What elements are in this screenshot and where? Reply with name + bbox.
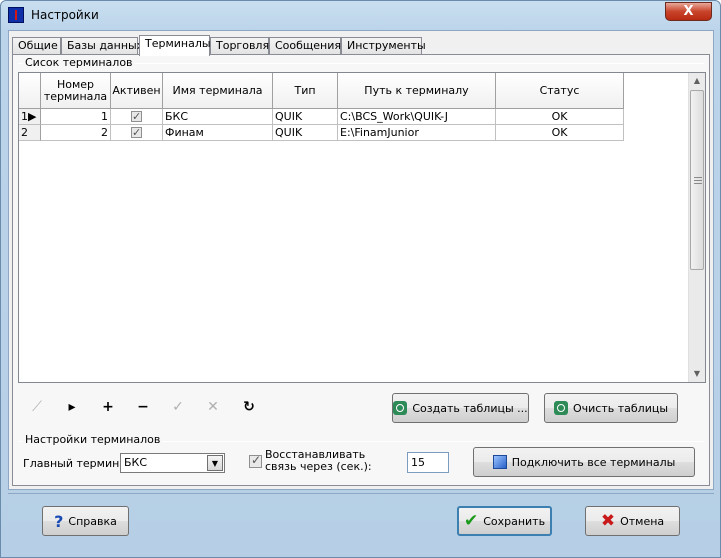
settings-window: Настройки X Общие Базы данных Терминалы … [0, 0, 721, 558]
tab-general[interactable]: Общие [12, 37, 61, 55]
app-icon [8, 7, 24, 23]
create-tables-label: Создать таблицы ... [412, 401, 528, 415]
column-header-name[interactable]: Имя терминала [163, 73, 273, 109]
clear-tables-button[interactable]: Очисть таблицы [544, 393, 678, 423]
cancel-label: Отмена [620, 514, 665, 528]
scroll-thumb[interactable] [690, 90, 704, 270]
active-checkbox[interactable] [131, 125, 142, 140]
terminals-panel: Сисок терминалов Номер терминала Активен… [12, 54, 710, 486]
cell-name[interactable]: Финам [163, 125, 273, 141]
grid-header-indicator [19, 73, 41, 109]
check-icon: ✔ [463, 511, 479, 531]
nav-post-button[interactable]: ✓ [166, 397, 190, 417]
save-label: Сохранить [483, 514, 546, 528]
tab-databases[interactable]: Базы данных [61, 37, 143, 55]
connect-all-label: Подключить все терминалы [511, 455, 676, 469]
scroll-up-arrow[interactable]: ▲ [689, 73, 705, 89]
nav-insert-button[interactable]: + [96, 397, 120, 417]
thumb-grip [694, 183, 702, 184]
grid-vertical-scrollbar[interactable]: ▲ ▼ [688, 73, 705, 382]
clear-tables-label: Очисть таблицы [572, 401, 669, 415]
settings-group-title: Настройки терминалов [23, 433, 163, 446]
cell-path[interactable]: C:\BCS_Work\QUIK-J [338, 109, 496, 125]
column-header-status[interactable]: Статус [496, 73, 624, 109]
column-header-active[interactable]: Активен [111, 73, 163, 109]
cell-status[interactable]: OK [496, 125, 624, 141]
cell-status[interactable]: OK [496, 109, 624, 125]
scroll-down-arrow[interactable]: ▼ [689, 366, 705, 382]
row-indicator[interactable]: 1▶ [19, 109, 41, 125]
cell-active[interactable] [111, 109, 163, 125]
thumb-grip [694, 177, 702, 178]
question-mark-icon: ? [54, 511, 64, 531]
help-label: Справка [68, 514, 117, 528]
tab-messages[interactable]: Сообщения [269, 37, 341, 55]
cube-icon [492, 455, 507, 469]
column-header-type[interactable]: Тип [273, 73, 338, 109]
tab-trading[interactable]: Торговля [210, 37, 269, 55]
nav-refresh-button[interactable]: ↻ [237, 397, 261, 417]
cell-path[interactable]: E:\FinamJunior [338, 125, 496, 141]
terminals-group-title: Сисок терминалов [23, 56, 135, 69]
column-header-number[interactable]: Номер терминала [41, 73, 111, 109]
terminals-grid[interactable]: Номер терминала Активен Имя терминала Ти… [18, 72, 706, 383]
connect-all-terminals-button[interactable]: Подключить все терминалы [473, 447, 695, 477]
tab-terminals[interactable]: Терминалы [139, 35, 211, 56]
title-bar[interactable]: Настройки X [1, 1, 720, 29]
nav-next-button[interactable]: ▸ [60, 397, 84, 417]
nav-delete-button[interactable]: − [131, 397, 155, 417]
save-button[interactable]: ✔ Сохранить [457, 506, 552, 536]
cell-type[interactable]: QUIK [273, 125, 338, 141]
cell-type[interactable]: QUIK [273, 109, 338, 125]
footer-divider [8, 493, 714, 494]
cancel-button[interactable]: ✖ Отмена [585, 506, 680, 536]
chevron-down-icon[interactable]: ▼ [207, 455, 223, 471]
row-indicator[interactable]: 2 [19, 125, 41, 141]
nav-first-button[interactable]: ⟋ [25, 397, 49, 417]
database-icon [553, 401, 568, 415]
create-tables-button[interactable]: Создать таблицы ... [392, 393, 529, 423]
database-icon [393, 401, 408, 415]
cell-active[interactable] [111, 125, 163, 141]
cell-name[interactable]: БКС [163, 109, 273, 125]
window-title: Настройки [31, 8, 99, 22]
reconnect-checkbox[interactable]: ✓ [249, 453, 262, 468]
thumb-grip [694, 180, 702, 181]
nav-cancel-button[interactable]: ✕ [201, 397, 225, 417]
help-button[interactable]: ? Справка [42, 506, 129, 536]
dialog-body: Общие Базы данных Терминалы Торговля Соо… [8, 30, 714, 490]
main-terminal-value: БКС [124, 456, 148, 469]
close-button[interactable]: X [665, 2, 712, 21]
tab-instruments[interactable]: Инструменты [341, 37, 426, 55]
cell-number[interactable]: 1 [41, 109, 111, 125]
main-terminal-select[interactable]: БКС ▼ [120, 453, 225, 473]
cell-number[interactable]: 2 [41, 125, 111, 141]
checkmark-icon: ✓ [251, 453, 262, 467]
reconnect-label: Восстанавливать связь через (сек.): [265, 448, 372, 473]
close-icon: ✖ [600, 511, 616, 531]
active-checkbox[interactable] [131, 109, 142, 124]
reconnect-seconds-input[interactable]: 15 [407, 452, 449, 473]
column-header-path[interactable]: Путь к терминалу [338, 73, 496, 109]
